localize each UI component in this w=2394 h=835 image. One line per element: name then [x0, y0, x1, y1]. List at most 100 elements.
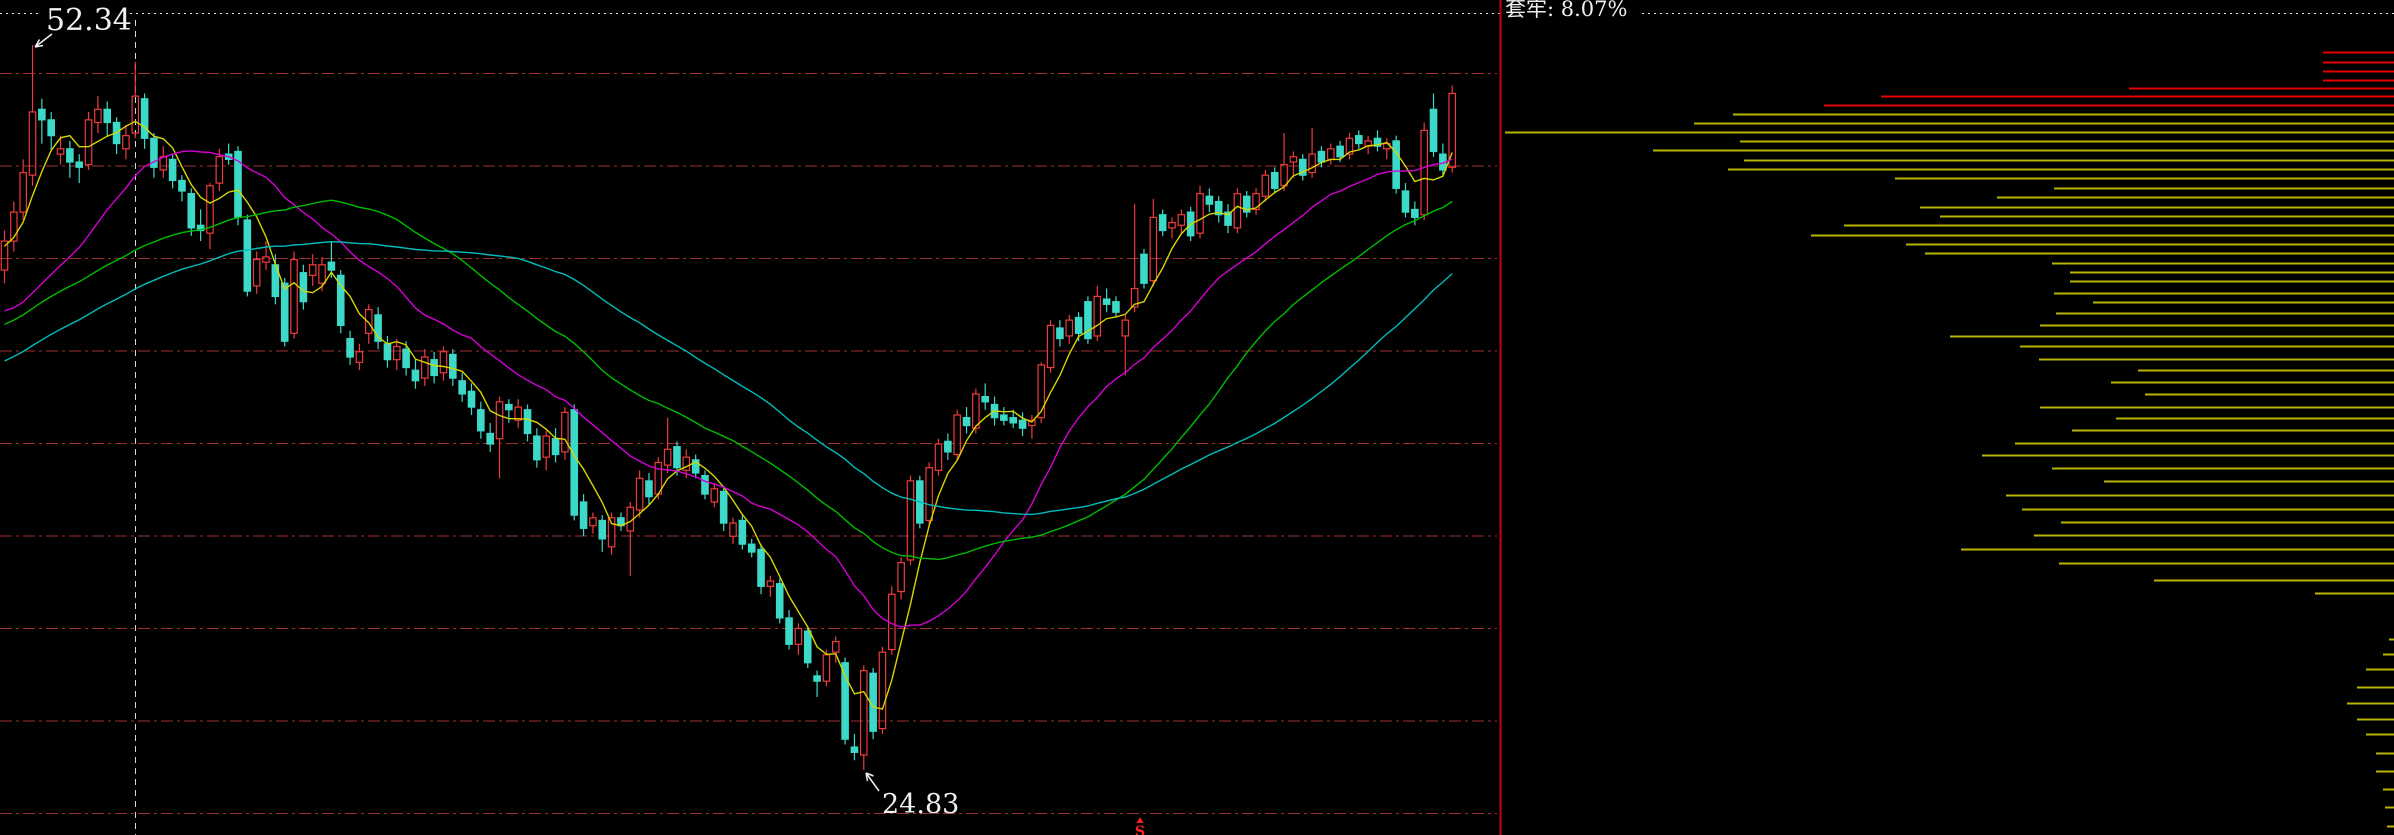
candle-down [1001, 415, 1007, 420]
candle-down [1430, 109, 1436, 151]
candle-down [104, 109, 110, 122]
signal-caret-icon [1137, 817, 1144, 823]
ma-line-ma40 [5, 200, 1453, 559]
candle-up [1262, 175, 1268, 196]
candle-down [468, 391, 474, 407]
candle-down [777, 584, 783, 618]
candle-up [907, 481, 913, 560]
signal-s-marker[interactable]: S [1135, 824, 1145, 835]
candle-down [963, 418, 969, 426]
candle-up [590, 518, 596, 526]
candle-down [1337, 146, 1343, 157]
candle-down [552, 439, 558, 455]
candle-down [1393, 141, 1399, 188]
candle-up [898, 563, 904, 592]
candle-up [496, 402, 502, 439]
candle-up [95, 109, 101, 122]
candle-down [786, 618, 792, 644]
candle-down [1010, 418, 1016, 423]
candle-down [1075, 318, 1081, 334]
candle-down [1019, 420, 1025, 428]
candle-up [1290, 157, 1296, 162]
candle-down [431, 360, 437, 376]
candle-up [562, 412, 568, 452]
high-price-arrow-icon [35, 34, 52, 47]
candle-down [179, 180, 185, 191]
candle-down [300, 273, 306, 302]
candle-down [487, 433, 493, 444]
candle-up [1169, 223, 1175, 228]
candle-up [263, 257, 269, 262]
candle-down [450, 354, 456, 378]
candle-up [356, 352, 362, 363]
candle-down [851, 747, 857, 752]
candle-down [1103, 299, 1109, 304]
ma-line-ma5 [5, 121, 1453, 709]
candle-down [1206, 196, 1212, 204]
candle-up [795, 628, 801, 644]
candle-up [711, 489, 717, 502]
candle-up [636, 478, 642, 510]
chart-canvas: 52.34 24.83 S 套牢: 8.07% [0, 0, 2394, 835]
candle-down [758, 549, 764, 586]
candle-up [310, 265, 316, 276]
candle-up [1234, 194, 1240, 228]
candle-down [749, 544, 755, 552]
candle-up [973, 394, 979, 428]
candle-up [543, 436, 549, 457]
chip-distribution-panel[interactable] [1505, 53, 2394, 827]
candle-down [646, 481, 652, 497]
candle-up [879, 652, 885, 728]
candle-down [412, 370, 418, 381]
candle-down [702, 476, 708, 494]
candle-up [664, 449, 670, 465]
candle-up [216, 157, 222, 183]
candle-down [244, 220, 250, 291]
candle-up [1047, 325, 1053, 367]
candle-up [1197, 194, 1203, 234]
candle-up [767, 581, 773, 586]
candle-up [954, 415, 960, 455]
candle-down [982, 397, 988, 402]
candle-up [1150, 217, 1156, 280]
candlestick-panel[interactable] [1, 45, 1455, 770]
candle-down [141, 99, 147, 139]
candle-down [328, 262, 334, 270]
candle-up [861, 671, 867, 755]
candle-up [440, 352, 446, 373]
candle-up [319, 265, 325, 283]
candle-down [459, 381, 465, 394]
candle-up [1309, 154, 1315, 172]
candle-down [945, 441, 951, 452]
candle-down [1113, 302, 1119, 313]
candle-up [1449, 93, 1455, 167]
high-price-label: 52.34 [46, 3, 132, 38]
grid-layer [0, 14, 2394, 835]
candle-down [1272, 173, 1278, 189]
candle-down [571, 410, 577, 515]
candle-up [1178, 215, 1184, 226]
candle-down [814, 676, 820, 681]
candle-down [347, 339, 353, 357]
candle-down [506, 404, 512, 409]
candle-down [720, 491, 726, 523]
stock-trading-terminal: 52.34 24.83 S 套牢: 8.07% [0, 0, 2394, 835]
candle-down [1318, 151, 1324, 162]
candle-down [739, 520, 745, 544]
moving-average-layer [5, 121, 1453, 709]
candle-up [1066, 320, 1072, 336]
candle-down [67, 149, 73, 162]
candle-down [384, 344, 390, 360]
candle-down [39, 109, 45, 120]
candle-down [1141, 254, 1147, 283]
candle-up [926, 468, 932, 521]
candle-up [57, 149, 63, 154]
candle-up [253, 260, 259, 286]
candle-up [20, 173, 26, 213]
candle-up [123, 136, 129, 149]
candle-up [823, 655, 829, 681]
candle-down [1356, 136, 1362, 144]
candle-up [730, 523, 736, 536]
candle-down [403, 349, 409, 367]
candle-up [291, 260, 297, 334]
